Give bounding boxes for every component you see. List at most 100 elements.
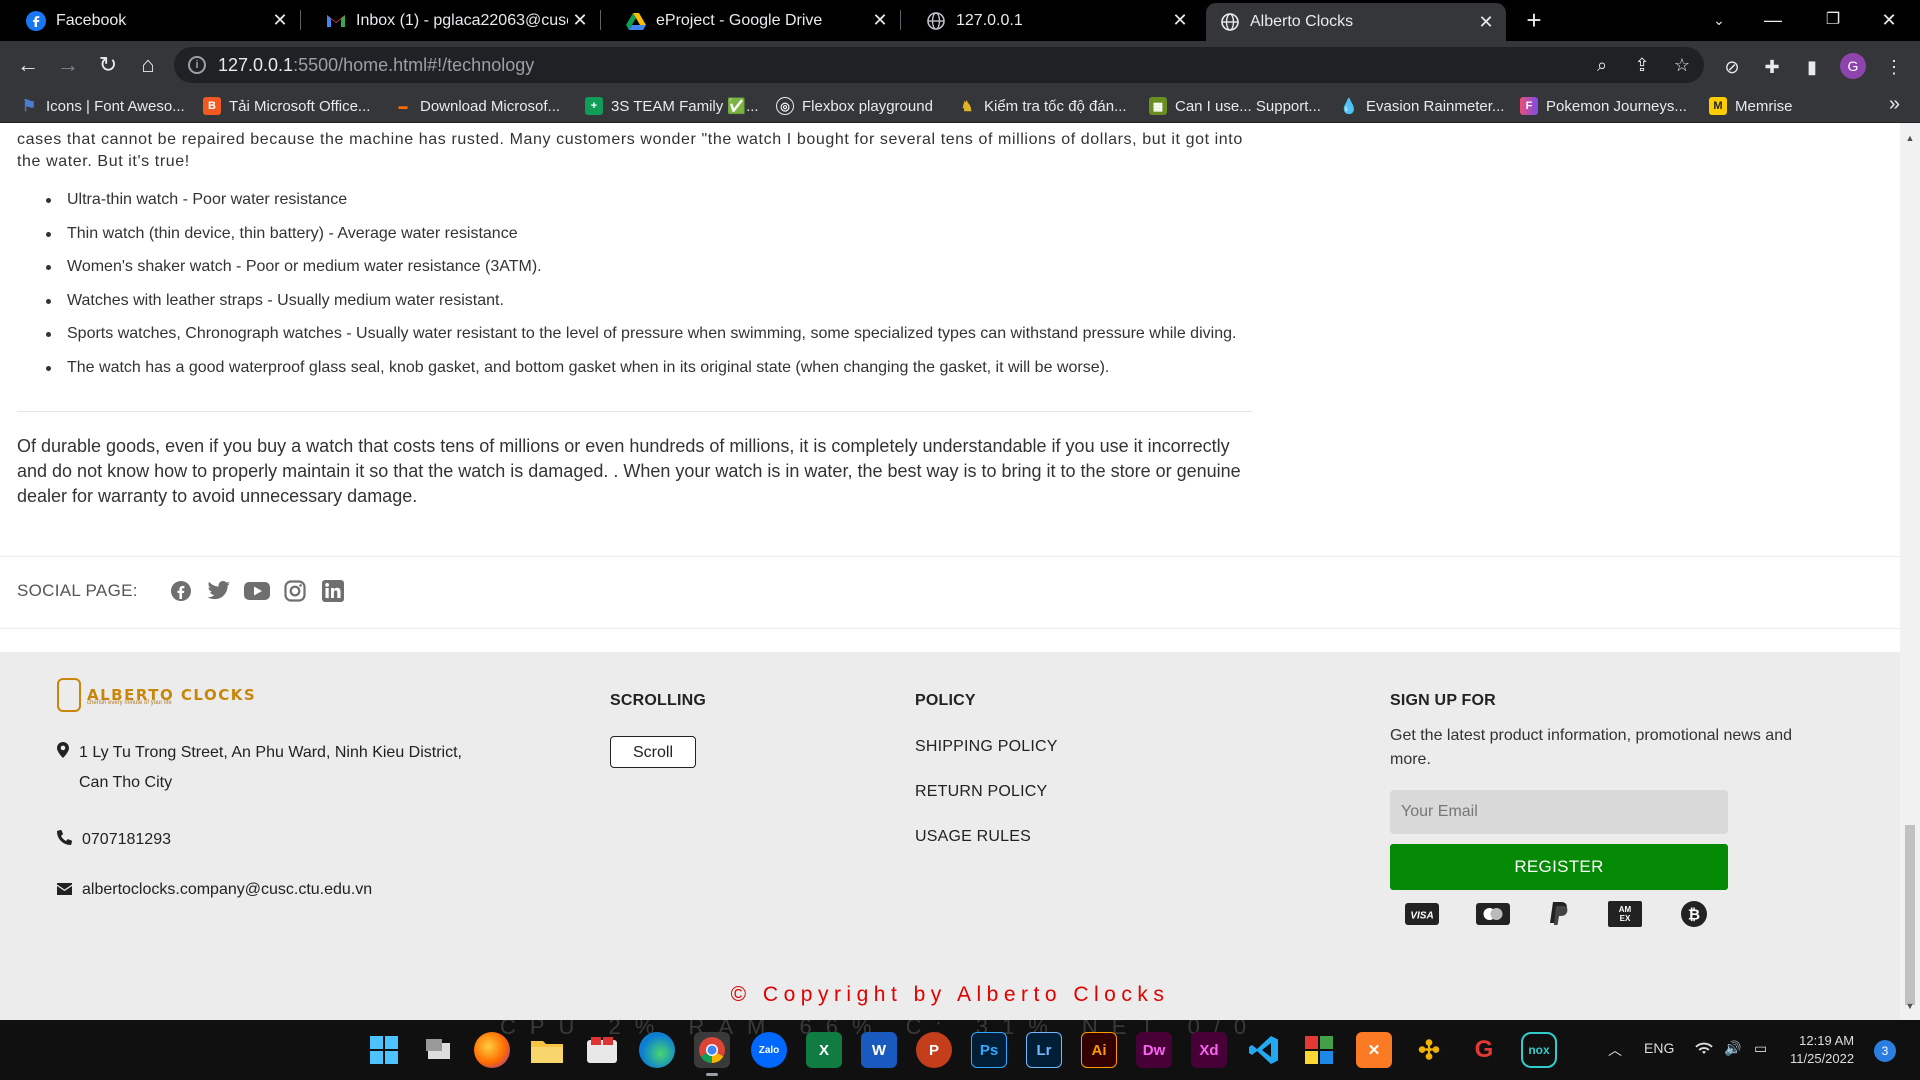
close-tab-icon[interactable]: ✕: [568, 10, 592, 31]
restore-button[interactable]: ❐: [1810, 0, 1856, 41]
forward-button[interactable]: →: [52, 49, 84, 81]
chrome-icon[interactable]: [694, 1032, 730, 1076]
reload-button[interactable]: ↻: [92, 49, 124, 81]
close-tab-icon[interactable]: ✕: [868, 10, 892, 31]
list-item: Ultra-thin watch - Poor water resistance: [17, 189, 1236, 223]
gmail-favicon-icon: [326, 11, 346, 31]
yellow-app-icon[interactable]: ✣: [1411, 1032, 1447, 1068]
instagram-icon[interactable]: [282, 578, 308, 604]
tray-overflow-icon[interactable]: ︿: [1608, 1040, 1622, 1060]
divider: [0, 556, 1900, 557]
bookmark-item[interactable]: F Pokemon Journeys...: [1520, 95, 1687, 117]
bookmark-item[interactable]: ⚑ Icons | Font Aweso...: [20, 95, 185, 117]
photoshop-icon[interactable]: Ps: [971, 1032, 1007, 1068]
address: 1 Ly Tu Trong Street, An Phu Ward, Ninh …: [57, 738, 462, 798]
bookmark-label: Can I use... Support...: [1175, 97, 1321, 115]
youtube-icon[interactable]: [243, 578, 270, 604]
extensions-puzzle-icon[interactable]: ✚: [1760, 55, 1784, 79]
vscode-icon[interactable]: [1246, 1032, 1282, 1068]
page-viewport: cases that cannot be repaired because th…: [0, 123, 1920, 1020]
bookmark-item[interactable]: ◎ Flexbox playground: [776, 95, 933, 117]
back-button[interactable]: ←: [12, 49, 44, 81]
svg-text:EX: EX: [1620, 914, 1631, 923]
xampp-icon[interactable]: ✕: [1356, 1032, 1392, 1068]
snipping-tool-icon[interactable]: [584, 1032, 620, 1068]
bookmark-item[interactable]: ▦ Can I use... Support...: [1149, 95, 1321, 117]
notification-badge[interactable]: 3: [1874, 1040, 1896, 1062]
facebook-icon[interactable]: [168, 578, 194, 604]
site-info-icon[interactable]: i: [188, 56, 206, 74]
twitter-icon[interactable]: [206, 578, 232, 604]
email-input[interactable]: [1390, 790, 1728, 834]
zalo-icon[interactable]: Zalo: [751, 1032, 787, 1068]
scroll-button[interactable]: Scroll: [610, 736, 696, 768]
linkedin-icon[interactable]: [320, 578, 346, 604]
word-icon[interactable]: W: [861, 1032, 897, 1068]
nox-icon[interactable]: nox: [1521, 1032, 1557, 1068]
tab-title: Inbox (1) - pglaca22063@cusc.ctu: [356, 11, 568, 29]
alberto-clocks-logo[interactable]: ALBERTO CLOCKS cherish every minute of y…: [57, 678, 256, 712]
bookmark-item[interactable]: M Memrise: [1709, 95, 1793, 117]
bookmark-item[interactable]: ▬ Download Microsof...: [394, 95, 561, 117]
garena-icon[interactable]: G: [1466, 1032, 1502, 1068]
tab-gmail[interactable]: Inbox (1) - pglaca22063@cusc.ctu ✕: [300, 0, 600, 41]
menu-kebab-icon[interactable]: ⋮: [1882, 55, 1906, 79]
side-panel-icon[interactable]: ▮: [1800, 55, 1824, 79]
excel-icon[interactable]: X: [806, 1032, 842, 1068]
close-tab-icon[interactable]: ✕: [1168, 10, 1192, 31]
bookmark-star-icon[interactable]: ☆: [1670, 53, 1694, 77]
return-policy-link[interactable]: RETURN POLICY: [915, 783, 1047, 801]
scroll-down-arrow-icon[interactable]: ▼: [1900, 1001, 1920, 1011]
email-address[interactable]: albertoclocks.company@cusc.ctu.edu.vn: [82, 875, 372, 905]
minimize-button[interactable]: —: [1750, 0, 1796, 41]
usage-rules-link[interactable]: USAGE RULES: [915, 828, 1031, 846]
zoom-icon[interactable]: ⌕: [1590, 53, 1614, 77]
bookmark-item[interactable]: +3S TEAM Family ✅...: [585, 95, 759, 117]
more-bookmarks-icon[interactable]: »: [1889, 93, 1900, 116]
tab-alberto-clocks[interactable]: Alberto Clocks ✕: [1206, 3, 1506, 41]
close-window-button[interactable]: ✕: [1866, 0, 1912, 41]
bookmark-item[interactable]: B Tải Microsoft Office...: [203, 95, 370, 117]
bookmark-item[interactable]: ♞ Kiểm tra tốc độ đán...: [958, 95, 1127, 117]
list-item: Thin watch (thin device, thin battery) -…: [17, 223, 1236, 257]
new-tab-button[interactable]: +: [1520, 6, 1548, 34]
scrollbar-thumb[interactable]: [1905, 825, 1915, 1005]
file-explorer-icon[interactable]: [529, 1032, 565, 1068]
tab-localhost[interactable]: 127.0.0.1 ✕: [900, 0, 1200, 41]
address-line-1: 1 Ly Tu Trong Street, An Phu Ward, Ninh …: [79, 744, 462, 761]
phone-number[interactable]: 0707181293: [82, 825, 171, 855]
lightroom-icon[interactable]: Lr: [1026, 1032, 1062, 1068]
scroll-up-arrow-icon[interactable]: ▲: [1900, 133, 1920, 143]
firefox-icon[interactable]: [474, 1032, 510, 1068]
colorful-app-icon[interactable]: [1301, 1032, 1337, 1068]
home-button[interactable]: ⌂: [132, 49, 164, 81]
register-button[interactable]: REGISTER: [1390, 844, 1728, 890]
tab-facebook[interactable]: Facebook ✕: [0, 0, 300, 41]
address-bar[interactable]: i 127.0.0.1:5500/home.html#!/technology …: [174, 47, 1704, 83]
wifi-icon[interactable]: [1694, 1040, 1714, 1059]
close-tab-icon[interactable]: ✕: [1474, 12, 1498, 33]
system-clock[interactable]: 12:19 AM 11/25/2022: [1790, 1032, 1854, 1068]
xd-icon[interactable]: Xd: [1191, 1032, 1227, 1068]
close-tab-icon[interactable]: ✕: [268, 10, 292, 31]
battery-icon[interactable]: ▭: [1754, 1040, 1767, 1057]
url-text[interactable]: 127.0.0.1:5500/home.html#!/technology: [218, 55, 534, 76]
language-indicator[interactable]: ENG: [1644, 1040, 1674, 1056]
profile-avatar[interactable]: G: [1840, 53, 1866, 79]
tab-search-icon[interactable]: ⌄: [1696, 0, 1742, 41]
shipping-policy-link[interactable]: SHIPPING POLICY: [915, 738, 1058, 756]
start-windows-icon[interactable]: [366, 1032, 402, 1068]
tab-google-drive[interactable]: eProject - Google Drive ✕: [600, 0, 900, 41]
volume-icon[interactable]: 🔊: [1724, 1040, 1741, 1057]
dreamweaver-icon[interactable]: Dw: [1136, 1032, 1172, 1068]
powerpoint-icon[interactable]: P: [916, 1032, 952, 1068]
share-icon[interactable]: ⇪: [1630, 53, 1654, 77]
tab-title: Facebook: [56, 11, 127, 29]
pokemon-icon: F: [1520, 97, 1538, 115]
task-view-icon[interactable]: [421, 1032, 457, 1068]
page-scrollbar[interactable]: ▲ ▼: [1900, 123, 1920, 1020]
illustrator-icon[interactable]: Ai: [1081, 1032, 1117, 1068]
edge-icon[interactable]: [639, 1032, 675, 1068]
bookmark-item[interactable]: 💧 Evasion Rainmeter...: [1340, 95, 1505, 117]
extension-compass-icon[interactable]: ⊘: [1720, 55, 1744, 79]
